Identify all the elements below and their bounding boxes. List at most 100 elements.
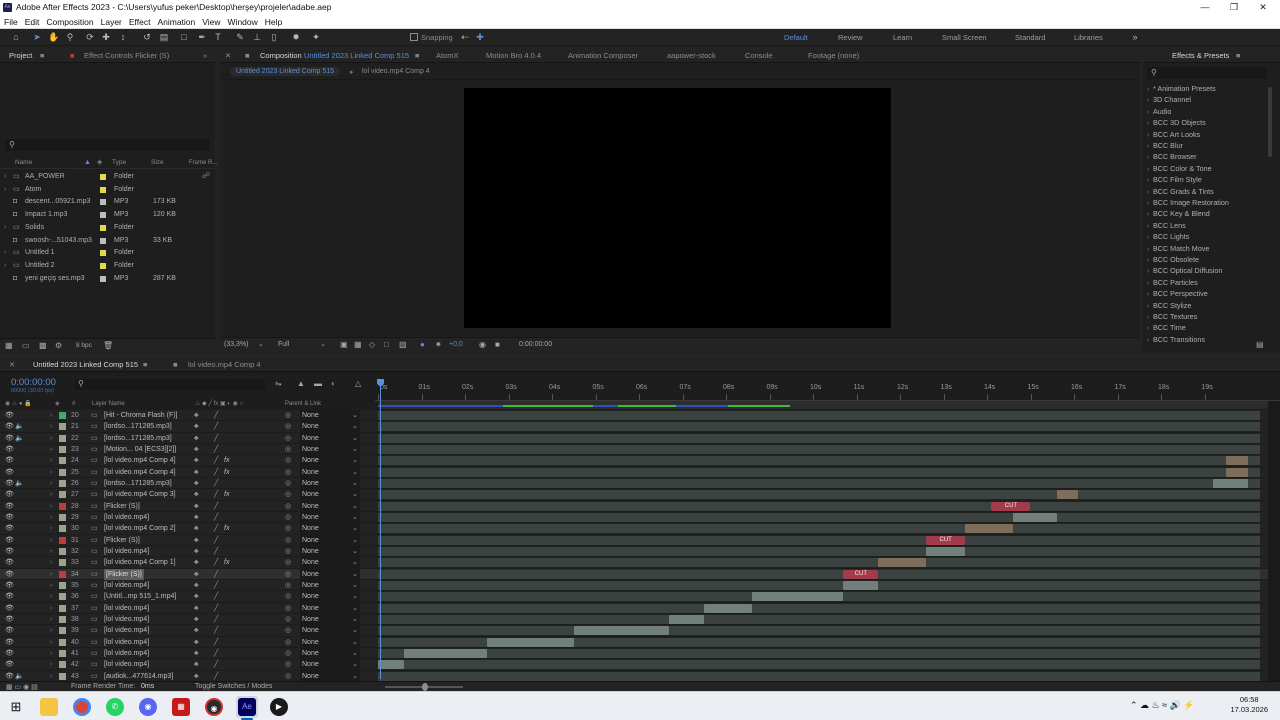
effects-scrollbar[interactable] (1268, 87, 1272, 157)
parent-chevron-icon[interactable]: ⌄ (352, 648, 358, 659)
audio-speaker-icon[interactable]: 🔈 (15, 421, 24, 432)
visibility-eye-icon[interactable]: 👁 (5, 535, 14, 546)
parent-dropdown[interactable]: None (300, 670, 360, 682)
layer-name[interactable]: [lordso...171285.mp3] (104, 433, 172, 444)
whatsapp-icon[interactable]: ✆ (106, 698, 124, 716)
cut-marker-bar[interactable]: CUT (843, 569, 879, 579)
layer-label-swatch[interactable] (59, 412, 66, 419)
magnification-dropdown[interactable]: (33,3%) (224, 341, 249, 348)
parent-dropdown[interactable]: None (300, 568, 360, 580)
expand-arrow-icon[interactable]: › (4, 222, 6, 234)
quality-switch-icon[interactable]: ╱ (214, 489, 218, 500)
effects-category[interactable]: › BCC Film Style (1147, 174, 1267, 186)
effects-category[interactable]: › BCC Time (1147, 322, 1267, 334)
grid-guides-icon[interactable]: ▧ (399, 340, 407, 349)
parent-pickwhip-icon[interactable]: ◎ (285, 501, 291, 512)
layer-duration-bar[interactable] (926, 546, 966, 556)
expand-arrow-icon[interactable]: › (1147, 129, 1149, 141)
parent-pickwhip-icon[interactable]: ◎ (285, 603, 291, 614)
layer-row[interactable]: 👁 🔈 › 21 ▭ [lordso...171285.mp3] ♣ ╱ ◎ None ⌄ (0, 421, 1268, 433)
layer-label-swatch[interactable] (59, 479, 66, 487)
parent-pickwhip-icon[interactable]: ◎ (285, 671, 291, 682)
resolution-chevron-icon[interactable]: ⌄ (320, 340, 326, 348)
layer-row[interactable]: 👁 › 25 ▭ [lol video.mp4 Comp 4] ♣ ╱ fx ◎ None ⌄ (0, 466, 1268, 478)
effects-category[interactable]: › BCC Obsolete (1147, 254, 1267, 266)
quality-switch-icon[interactable]: ╱ (214, 421, 218, 432)
shy-switch-icon[interactable]: ♣ (194, 501, 199, 512)
layer-name[interactable]: [lordso...171285.mp3] (104, 421, 172, 432)
shy-switch-icon[interactable]: ♣ (194, 648, 199, 659)
snapshot-icon[interactable]: ◉ (479, 340, 486, 349)
parent-chevron-icon[interactable]: ⌄ (352, 410, 358, 421)
visibility-eye-icon[interactable]: 👁 (5, 569, 14, 580)
layer-duration-bar[interactable] (878, 558, 927, 568)
parent-dropdown[interactable]: None (300, 579, 360, 591)
effects-panel-title[interactable]: Effects & Presets (1172, 51, 1229, 60)
time-ruler[interactable]: 0s 01s 02s 03s 04s 05s 06s 07s 08s 09s 10s 11s 12s 13… (375, 377, 1280, 401)
layer-row[interactable]: 👁 🔈 › 26 ▭ [lordso...171285.mp3] ♣ ╱ ◎ None ⌄ (0, 477, 1268, 490)
tab-motion-bro[interactable]: Motion Bro 4.0.4 (486, 51, 541, 60)
close-timeline-tab-icon[interactable]: ✕ (9, 360, 15, 369)
expand-arrow-icon[interactable]: › (4, 260, 6, 272)
label-color-swatch[interactable] (100, 212, 106, 219)
expand-arrow-icon[interactable]: › (50, 614, 52, 625)
layer-row[interactable]: 👁 › 32 ▭ [lol video.mp4] ♣ ╱ ◎ None ⌄ (0, 545, 1268, 558)
shy-switch-icon[interactable]: ♣ (194, 591, 199, 602)
parent-chevron-icon[interactable]: ⌄ (352, 455, 358, 466)
visibility-eye-icon[interactable]: 👁 (5, 637, 14, 648)
layer-name[interactable]: [lol video.mp4 Comp 2] (104, 523, 176, 534)
parent-dropdown[interactable]: None (300, 455, 360, 467)
layer-label-swatch[interactable] (59, 672, 66, 680)
expand-arrow-icon[interactable]: › (50, 625, 52, 636)
shy-switch-icon[interactable]: ♣ (194, 614, 199, 625)
parent-pickwhip-icon[interactable]: ◎ (285, 489, 291, 500)
visibility-eye-icon[interactable]: 👁 (5, 433, 14, 444)
effects-category[interactable]: › BCC Stylize (1147, 300, 1267, 312)
parent-chevron-icon[interactable]: ⌄ (352, 433, 358, 444)
expand-arrow-icon[interactable]: › (1147, 277, 1149, 289)
layer-row[interactable]: 👁 › 23 ▭ [Motion... 04 [ECS3][2]] ♣ ╱ ◎ None ⌄ (0, 443, 1268, 456)
visibility-eye-icon[interactable]: 👁 (5, 625, 14, 636)
layer-label-swatch[interactable] (59, 547, 66, 555)
expand-arrow-icon[interactable]: › (1147, 243, 1149, 255)
layer-row[interactable]: 👁 › 37 ▭ [lol video.mp4] ♣ ╱ ◎ None ⌄ (0, 602, 1268, 614)
effects-category[interactable]: › BCC Image Restoration (1147, 197, 1267, 209)
shy-switch-icon[interactable]: ♣ (194, 580, 199, 591)
effects-category[interactable]: › BCC Particles (1147, 277, 1267, 289)
comp-mini-flowchart-icon[interactable]: ⇋ (275, 379, 282, 388)
expand-arrow-icon[interactable]: › (1147, 94, 1149, 106)
close-tab-icon[interactable]: ✕ (225, 51, 231, 60)
layer-row[interactable]: 👁 › 31 ▭ [Flicker (S)] ♣ ╱ ◎ None ⌄ CUT (0, 534, 1268, 546)
expand-arrow-icon[interactable]: › (50, 478, 52, 489)
parent-chevron-icon[interactable]: ⌄ (352, 489, 358, 500)
project-settings-icon[interactable]: ⚙ (55, 341, 62, 350)
visibility-eye-icon[interactable]: 👁 (5, 614, 14, 625)
layer-row[interactable]: 👁 🔈 › 22 ▭ [lordso...171285.mp3] ♣ ╱ ◎ None ⌄ (0, 432, 1268, 444)
parent-pickwhip-icon[interactable]: ◎ (285, 648, 291, 659)
visibility-eye-icon[interactable]: 👁 (5, 489, 14, 500)
obs-icon[interactable]: ◉ (205, 698, 223, 716)
parent-dropdown[interactable]: None (300, 659, 360, 671)
effects-category[interactable]: › BCC Grads & Tints (1147, 186, 1267, 198)
layer-name[interactable]: [Flicker (S)] (104, 501, 140, 512)
expand-arrow-icon[interactable]: › (1147, 174, 1149, 186)
timeline-timecode[interactable]: 0:00:00:00 (11, 377, 56, 388)
layer-name[interactable]: [lol video.mp4] (104, 580, 149, 591)
layer-duration-bar[interactable] (1056, 490, 1079, 500)
composition-viewer[interactable] (464, 88, 891, 328)
exposure-value[interactable]: +0,0 (449, 341, 463, 348)
layer-label-swatch[interactable] (59, 525, 66, 533)
effects-category[interactable]: › BCC Perspective (1147, 288, 1267, 300)
layer-label-swatch[interactable] (59, 615, 66, 623)
parent-link-header[interactable]: Parent & Link (285, 401, 321, 407)
expand-arrow-icon[interactable]: › (1147, 300, 1149, 312)
parent-dropdown[interactable]: None (300, 500, 360, 512)
layer-row[interactable]: 👁 › 35 ▭ [lol video.mp4] ♣ ╱ ◎ None ⌄ (0, 579, 1268, 592)
audio-speaker-icon[interactable]: 🔈 (15, 433, 24, 444)
parent-dropdown[interactable]: None (300, 466, 360, 478)
composition-menu-icon[interactable]: ≡ (415, 51, 419, 60)
parent-pickwhip-icon[interactable]: ◎ (285, 535, 291, 546)
layer-row[interactable]: 👁 › 42 ▭ [lol video.mp4] ♣ ╱ ◎ None ⌄ (0, 659, 1268, 671)
parent-chevron-icon[interactable]: ⌄ (352, 444, 358, 455)
parent-chevron-icon[interactable]: ⌄ (352, 659, 358, 670)
